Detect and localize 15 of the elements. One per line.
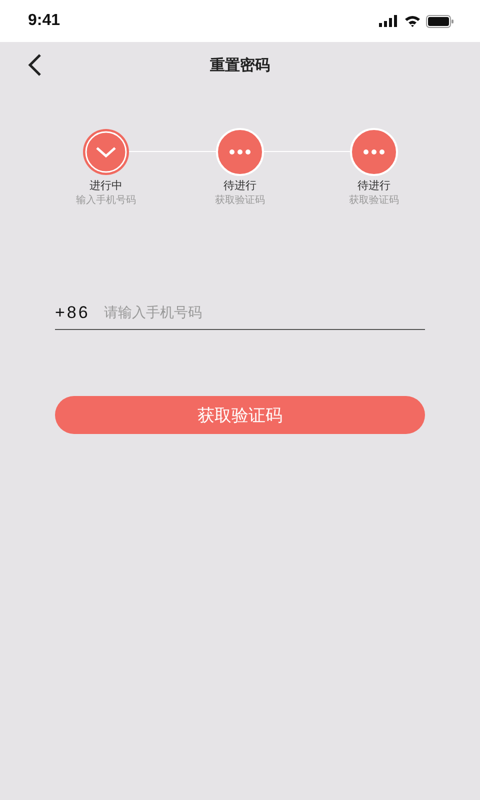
page-title: 重置密码 [210, 56, 270, 74]
country-code: +86 [55, 303, 90, 323]
step-caption: 输入手机号码 [76, 194, 136, 207]
get-code-button[interactable]: 获取验证码 [55, 396, 425, 434]
step-caption: 获取验证码 [215, 194, 265, 207]
step-label: 待进行 [358, 178, 390, 193]
step-label: 待进行 [224, 178, 256, 193]
signal-icon [379, 15, 399, 27]
back-icon [28, 53, 42, 77]
step-caption: 获取验证码 [349, 194, 399, 207]
status-time: 9:41 [28, 12, 60, 30]
wifi-icon [404, 15, 421, 27]
battery-icon [426, 14, 454, 28]
phone-input[interactable]: 请输入手机号码 [104, 305, 425, 321]
step-label: 进行中 [90, 178, 122, 193]
